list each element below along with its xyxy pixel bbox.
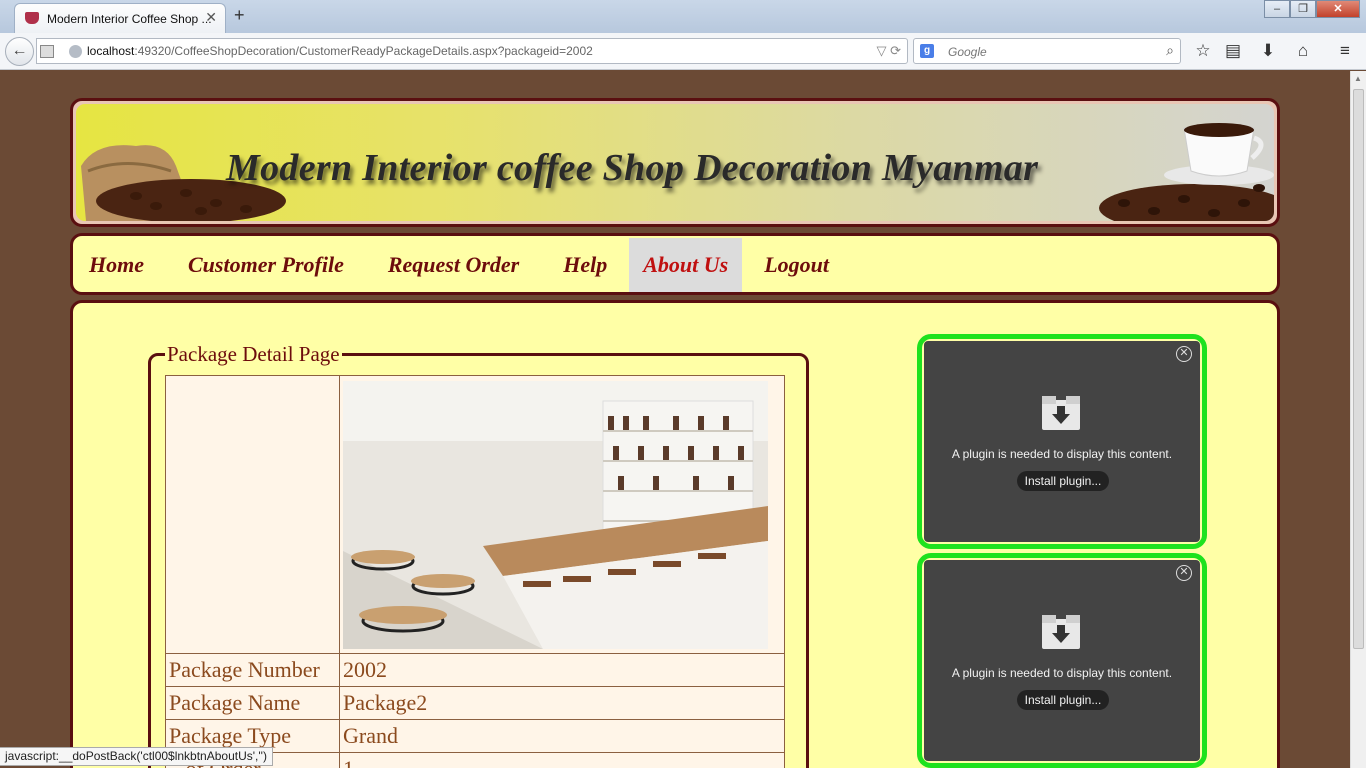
main-menu: Home Customer Profile Request Order Help… xyxy=(70,233,1280,295)
page-scrollbar[interactable]: ▲ xyxy=(1350,71,1366,768)
install-plugin-button[interactable]: Install plugin... xyxy=(1017,690,1109,710)
url-host: localhost xyxy=(87,44,135,58)
image-label-cell xyxy=(165,375,340,654)
address-bar[interactable]: localhost:49320/CoffeeShopDecoration/Cus… xyxy=(36,38,908,64)
browser-tab-bar: Modern Interior Coffee Shop ... ✕ + ‒ ❐ … xyxy=(0,0,1366,33)
menu-item-help[interactable]: Help xyxy=(541,238,629,292)
minimize-button[interactable]: ‒ xyxy=(1264,0,1290,18)
table-row: Package Name Package2 xyxy=(165,686,785,720)
url-path: :49320/CoffeeShopDecoration/CustomerRead… xyxy=(134,44,593,58)
plugin-message: A plugin is needed to display this conte… xyxy=(951,666,1173,680)
reload-icon[interactable]: ▽ ⟳ xyxy=(876,43,901,59)
install-plugin-button[interactable]: Install plugin... xyxy=(1017,471,1109,491)
coffee-cup-image xyxy=(1099,123,1274,221)
search-placeholder: Google xyxy=(948,45,987,59)
download-icon[interactable]: ⬇ xyxy=(1258,41,1278,61)
url-text[interactable]: localhost:49320/CoffeeShopDecoration/Cus… xyxy=(87,44,593,58)
maximize-button[interactable]: ❐ xyxy=(1290,0,1316,18)
package-name-label: Package Name xyxy=(165,686,340,720)
browser-nav-bar: ← localhost:49320/CoffeeShopDecoration/C… xyxy=(0,33,1366,70)
bookmark-star-icon[interactable]: ☆ xyxy=(1193,41,1213,61)
browser-tab[interactable]: Modern Interior Coffee Shop ... ✕ xyxy=(14,3,226,33)
order-value: 1 xyxy=(339,752,785,768)
table-row xyxy=(165,375,785,654)
home-icon[interactable]: ⌂ xyxy=(1293,41,1313,61)
package-number-label: Package Number xyxy=(165,653,340,687)
page-info-icon[interactable] xyxy=(40,45,54,58)
package-detail-legend: Package Detail Page xyxy=(165,342,342,367)
window-controls: ‒ ❐ ✕ xyxy=(1264,0,1360,18)
plugin-message: A plugin is needed to display this conte… xyxy=(951,447,1173,461)
search-bar[interactable]: g Google ⌕ xyxy=(913,38,1181,64)
plugin-download-icon xyxy=(1042,396,1080,430)
site-header: Modern Interior coffee Shop Decoration M… xyxy=(70,98,1280,227)
search-icon[interactable]: ⌕ xyxy=(1166,42,1174,59)
plugin-placeholder: ✕ A plugin is needed to display this con… xyxy=(917,334,1207,549)
scroll-up-icon[interactable]: ▲ xyxy=(1354,74,1362,83)
scroll-thumb[interactable] xyxy=(1353,89,1364,649)
plugin-placeholder: ✕ A plugin is needed to display this con… xyxy=(917,553,1207,768)
image-cell xyxy=(339,375,785,654)
package-type-value: Grand xyxy=(339,719,785,753)
plugin-download-icon xyxy=(1042,615,1080,649)
cafe-interior-image xyxy=(343,380,768,649)
google-engine-icon[interactable]: g xyxy=(920,44,934,58)
menu-item-about-us[interactable]: About Us xyxy=(629,238,743,292)
menu-icon[interactable]: ≡ xyxy=(1335,41,1355,61)
plugin-panel: ✕ A plugin is needed to display this con… xyxy=(924,560,1200,761)
table-row: Package Number 2002 xyxy=(165,653,785,687)
status-bar-link-preview: javascript:__doPostBack('ctl00$lnkbtnAbo… xyxy=(0,747,273,766)
package-number-value: 2002 xyxy=(339,653,785,687)
globe-icon xyxy=(69,45,82,58)
bookmarks-list-icon[interactable]: ▤ xyxy=(1223,41,1243,61)
package-name-value: Package2 xyxy=(339,686,785,720)
new-tab-button[interactable]: + xyxy=(234,5,245,26)
close-window-button[interactable]: ✕ xyxy=(1316,0,1360,18)
tab-close-icon[interactable]: ✕ xyxy=(205,9,217,26)
plugin-panel: ✕ A plugin is needed to display this con… xyxy=(924,341,1200,542)
coffee-cup-favicon-icon xyxy=(25,12,39,24)
header-banner: Modern Interior coffee Shop Decoration M… xyxy=(76,104,1274,221)
banner-title: Modern Interior coffee Shop Decoration M… xyxy=(226,147,1039,189)
close-icon[interactable]: ✕ xyxy=(1176,346,1192,362)
close-icon[interactable]: ✕ xyxy=(1176,565,1192,581)
back-button[interactable]: ← xyxy=(5,37,34,66)
menu-item-logout[interactable]: Logout xyxy=(742,238,851,292)
menu-item-home[interactable]: Home xyxy=(73,238,166,292)
tab-title: Modern Interior Coffee Shop ... xyxy=(47,12,212,26)
package-detail-table: Package Number 2002 Package Name Package… xyxy=(165,375,785,768)
menu-item-request-order[interactable]: Request Order xyxy=(366,238,541,292)
menu-item-customer-profile[interactable]: Customer Profile xyxy=(166,238,366,292)
